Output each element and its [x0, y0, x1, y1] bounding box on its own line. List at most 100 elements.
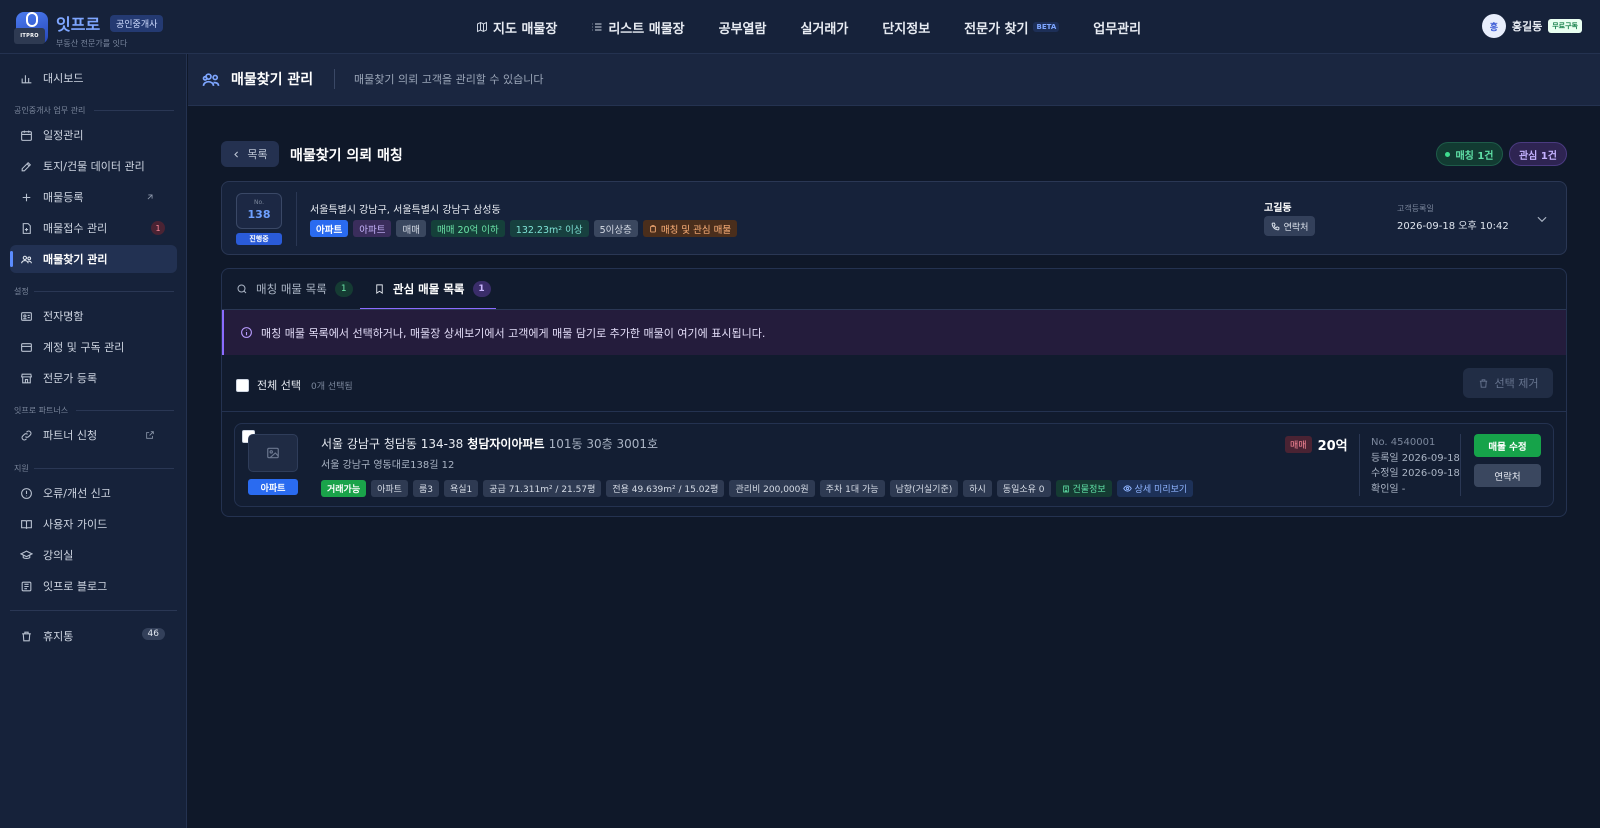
match-count-label: 매칭 1건: [1455, 150, 1494, 162]
sidebar-item-register-listing[interactable]: 매물등록: [10, 183, 177, 211]
sidebar-item-report-issue[interactable]: 오류/개선 신고: [10, 479, 177, 507]
newspaper-icon: [21, 581, 32, 591]
sidebar-item-user-guide[interactable]: 사용자 가이드: [10, 510, 177, 538]
listing-row[interactable]: 아파트 서울 강남구 청담동 134-38 청담자이아파트 101동 30층 300…: [234, 423, 1554, 507]
sidebar-item-label: 사용자 가이드: [43, 518, 108, 531]
sidebar-item-listing-inbox[interactable]: 매물접수 관리 1: [10, 214, 177, 242]
graduation-cap-icon: [20, 550, 33, 559]
sidebar-item-lecture-room[interactable]: 강의실: [10, 541, 177, 569]
book-open-icon: [21, 519, 32, 529]
alert-circle-icon: [21, 487, 32, 499]
chevron-down-icon[interactable]: [1535, 212, 1549, 226]
back-to-list-button[interactable]: 목록: [221, 141, 279, 167]
nav-map-listings[interactable]: 지도 매물장: [476, 18, 557, 37]
store-icon: [20, 373, 33, 383]
sidebar-item-schedule[interactable]: 일정관리: [10, 121, 177, 149]
sidebar-item-land-building-data[interactable]: 토지/건물 데이터 관리: [10, 152, 177, 180]
sidebar-item-label: 일정관리: [43, 129, 84, 142]
sidebar-item-e-card[interactable]: 전자명함: [10, 302, 177, 330]
tab-matching-listings[interactable]: 매칭 매물 목록 1: [236, 269, 353, 309]
eye-icon: [1122, 485, 1132, 492]
sidebar-item-label: 휴지통: [43, 630, 74, 643]
sidebar-item-expert-register[interactable]: 전문가 등록: [10, 364, 177, 392]
select-all-checkbox[interactable]: [236, 378, 249, 392]
sidebar-item-find-listing[interactable]: 매물찾기 관리: [10, 245, 177, 273]
deal-type-badge: 매매: [1285, 436, 1312, 453]
tag-deal-type: 매매: [396, 220, 426, 237]
listing-address[interactable]: 서울 강남구 청담동 134-38 청담자이아파트 101동 30층 3001호: [321, 435, 658, 452]
tag-match-interest: 매칭 및 관심 매물: [642, 220, 738, 237]
sidebar-item-label: 강의실: [43, 549, 74, 562]
nav-work-management[interactable]: 업무관리: [1093, 18, 1141, 37]
info-icon: [241, 327, 252, 338]
nav-public-records[interactable]: 공부열람: [719, 18, 767, 37]
customer-name: 고길동: [1264, 203, 1292, 214]
nav-label: 전문가 찾기: [964, 21, 1029, 37]
sidebar-section-partners: 잇프로 파트너스: [14, 406, 69, 415]
nav-complex-info[interactable]: 단지정보: [882, 18, 930, 37]
info-text: 매칭 매물 목록에서 선택하거나, 매물장 상세보기에서 고객에게 매물 담기로…: [261, 326, 766, 340]
tag-label: 건물정보: [1072, 485, 1106, 495]
listing-confirmed-date: 확인일 -: [1371, 483, 1406, 495]
image-placeholder-icon: [267, 447, 279, 459]
tag-same-owner: 동일소유 0: [996, 480, 1051, 497]
logo-text: ITPRO: [14, 28, 45, 44]
user-menu[interactable]: 홍 홍길동 무료구독: [1481, 14, 1582, 38]
back-label: 목록: [247, 148, 268, 161]
listing-tags: 거래가능 아파트 룸3 욕실1 공급 71.311m² / 21.57평 전용 …: [321, 480, 1198, 497]
app-logo[interactable]: ITPRO: [14, 12, 48, 44]
divider: [296, 192, 297, 246]
notification-badge: 1: [151, 221, 165, 235]
building-icon: [1062, 485, 1069, 492]
listing-thumbnail[interactable]: [248, 434, 298, 472]
sidebar-item-dashboard[interactable]: 대시보드: [10, 64, 177, 92]
status-badge: 진행중: [236, 233, 282, 245]
user-name[interactable]: 홍길동: [1512, 18, 1542, 34]
tag-supply-area: 공급 71.311m² / 21.57평: [483, 480, 602, 497]
sidebar-item-label: 매물접수 관리: [43, 222, 108, 235]
sidebar-item-trash[interactable]: 휴지통 46: [10, 622, 177, 650]
tab-count-badge: 1: [472, 281, 491, 297]
sidebar-item-label: 전자명함: [43, 310, 84, 323]
listing-contact-button[interactable]: 연락처: [1474, 464, 1541, 487]
sidebar-section-settings: 설정: [14, 287, 29, 296]
request-summary-card[interactable]: No. 138 진행중 서울특별시 강남구, 서울특별시 강남구 삼성동 아파트…: [221, 181, 1567, 255]
nav-real-price[interactable]: 실거래가: [800, 18, 848, 37]
match-count-pill: 매칭 1건: [1436, 142, 1503, 166]
page-title: 매물찾기 관리: [231, 72, 314, 88]
divider: [10, 610, 177, 611]
customer-contact-button[interactable]: 연락처: [1264, 216, 1315, 236]
nav-find-expert[interactable]: 전문가 찾기 BETA: [964, 18, 1060, 37]
sidebar-section-work: 공인중개사 업무 관리: [14, 106, 86, 115]
select-all-label[interactable]: 전체 선택: [257, 377, 301, 393]
nav-label: 지도 매물장: [493, 21, 558, 37]
sidebar-item-account-subscription[interactable]: 계정 및 구독 관리: [10, 333, 177, 361]
avatar[interactable]: 홍: [1481, 14, 1506, 38]
building-info-button[interactable]: 건물정보: [1055, 480, 1112, 497]
tag-label: 상세 미리보기: [1134, 485, 1188, 495]
edit-listing-button[interactable]: 매물 수정: [1474, 434, 1541, 457]
edit-icon: [21, 161, 32, 171]
sidebar-item-label: 토지/건물 데이터 관리: [43, 160, 145, 173]
bookmark-icon: [376, 284, 383, 294]
request-location: 서울특별시 강남구, 서울특별시 강남구 삼성동: [310, 205, 501, 216]
tag-floor: 5이상층: [593, 220, 638, 237]
remove-selected-button[interactable]: 선택 제거: [1463, 368, 1553, 398]
select-all[interactable]: 전체 선택 0개 선택됨: [236, 377, 353, 393]
listing-road-address: 서울 강남구 영동대로138길 12: [321, 460, 455, 471]
tab-interest-listings[interactable]: 관심 매물 목록 1: [360, 269, 496, 310]
sidebar-item-blog[interactable]: 잇프로 블로그: [10, 572, 177, 600]
list-icon: [592, 23, 602, 31]
brand: 잇프로 공인중개사 부동산 전문가를 잇다: [56, 11, 164, 49]
divider: [34, 468, 174, 469]
tab-label: 관심 매물 목록: [393, 282, 465, 296]
nav-label: 실거래가: [800, 21, 849, 37]
nav-list-listings[interactable]: 리스트 매물장: [591, 18, 685, 37]
nav-label: 단지정보: [882, 21, 931, 37]
sidebar-item-partner-apply[interactable]: 파트너 신청: [10, 421, 177, 449]
tag-bathrooms: 욕실1: [443, 480, 479, 497]
tag-availability: 거래가능: [321, 480, 367, 497]
brand-name[interactable]: 잇프로: [56, 11, 100, 35]
link-icon: [21, 430, 32, 440]
detail-preview-button[interactable]: 상세 미리보기: [1116, 480, 1194, 497]
